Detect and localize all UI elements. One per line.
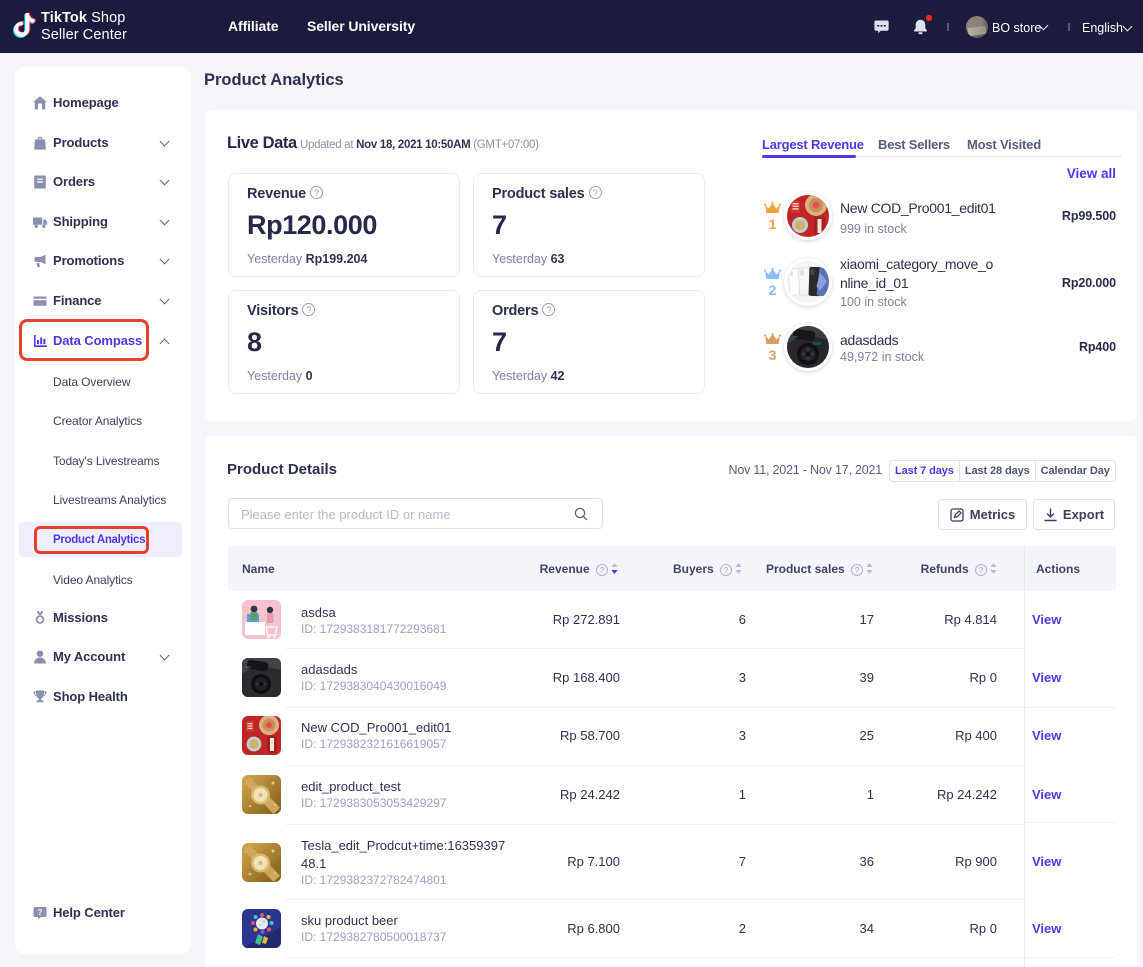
svg-text:no: no xyxy=(793,334,798,339)
svg-text:no: no xyxy=(246,664,251,669)
svg-text:?: ? xyxy=(38,908,43,917)
